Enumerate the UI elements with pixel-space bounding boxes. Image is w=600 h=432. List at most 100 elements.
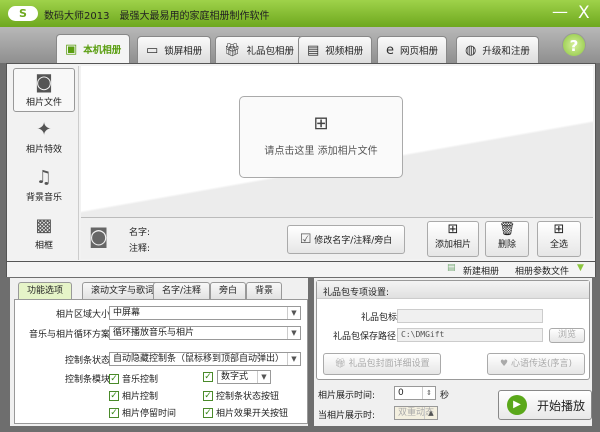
edit-name-note-button[interactable]: ☑ 修改名字/注释/旁白 [287,225,405,254]
add-photo-area[interactable]: ⊞ 请点击这里 添加相片文件 [239,96,403,178]
loop-select[interactable]: 循环播放音乐与相片 ▼ [109,326,301,340]
button-label: 礼品包封面详细设置 [348,359,430,369]
add-photo-button[interactable]: ⊞ 添加相片 [427,221,479,257]
gift-settings: 礼品包专项设置: 礼品包标题: 礼品包保存路径: C:\DMGift 浏览 🎁︎… [316,280,590,380]
tab-function-options[interactable]: 功能选项 [18,282,73,299]
dropdown-arrow-icon[interactable]: ▼ [577,263,584,273]
browse-button[interactable]: 浏览 [549,328,585,343]
music-note-icon: ♫ [35,167,53,188]
sidebar: ◙ 相片文件 ✦ 相片特效 ♫ 背景音乐 ▩ 相框 [11,66,79,260]
tab-local-album[interactable]: ▣ 本机相册 [56,34,131,63]
sidebar-label: 背景音乐 [25,193,62,203]
window-title: 数码大师2013 最强大最易用的家庭相册制作软件 [44,11,270,22]
select-value: 循环播放音乐与相片 [113,328,195,338]
button-label: 心语传送(序言) [510,359,572,369]
display-time-spinner[interactable]: 0 ⇕ [394,386,436,400]
message-button[interactable]: ♥ 心语传送(序言) [487,353,585,375]
display-time-label: 相片展示时间: [318,391,376,401]
effect-toggle-checkbox[interactable]: ✓ 相片效果开关按钮 [203,406,288,419]
tab-label: 锁屏相册 [164,46,203,57]
monitor-icon: ▭ [146,42,159,58]
close-button[interactable]: X [578,3,590,23]
gift-icon: 🎁︎ [334,359,346,369]
photo-info-strip: ◙ 名字: 注释: ☑ 修改名字/注释/旁白 ⊞ 添加相片 🗑︎ 删除 ⊞ 全选 [81,217,593,259]
tab-upgrade-register[interactable]: ◍ 升级和注册 [456,36,539,63]
tab-label: 网页相册 [400,46,439,57]
tab-label: 视频相册 [325,46,364,57]
tab-label: 本机相册 [83,45,122,56]
ie-icon: e [386,42,394,58]
sidebar-item-music[interactable]: ♫ 背景音乐 [13,164,75,208]
button-label: 修改名字/注释/旁白 [314,236,393,246]
bar-state-select[interactable]: 自动隐藏控制条（鼠标移到顶部自动弹出） ▼ [109,352,301,366]
checkbox-label: 相片控制 [122,392,159,402]
checkbox-label: 相片停留时间 [122,409,177,419]
sidebar-item-photo-files[interactable]: ◙ 相片文件 [13,68,75,112]
chevron-down-icon: ▼ [287,353,300,365]
new-album-button[interactable]: 新建相册 [463,264,499,277]
start-play-button[interactable]: ▶ 开始播放 [498,390,592,420]
name-label: 名字: [129,228,151,238]
album-params-button[interactable]: 相册参数文件 [515,264,569,277]
sidebar-item-frame[interactable]: ▩ 相框 [13,212,75,256]
area-size-label: 相片区域大小: [55,310,113,320]
delete-button[interactable]: 🗑︎ 删除 [485,221,529,257]
chevron-up-icon: ▲ [424,407,437,419]
checkmark-icon: ✓ [109,373,119,384]
when-display-select[interactable]: 双重动态 ▲ [394,406,438,420]
album-toolbar: ▤ 新建相册 相册参数文件 ▼ [6,262,596,277]
music-control-checkbox[interactable]: ✓ 音乐控制 [109,372,158,385]
chevron-down-icon: ▼ [257,371,270,383]
tab-scroll-text-lyrics[interactable]: 滚动文字与歌词 [82,282,164,299]
sidebar-label: 相片文件 [25,98,62,108]
checkbox-label: 控制条状态按钮 [216,392,280,402]
checkmark-icon: ✓ [203,390,213,401]
area-size-select[interactable]: 中屏幕 ▼ [109,306,301,320]
checkmark-icon: ✓ [203,372,213,382]
chevron-down-icon: ▼ [287,327,300,339]
checkmark-icon: ✓ [203,407,213,418]
camera-icon: ◙ [35,72,53,93]
globe-icon: ◍ [465,42,477,58]
app-logo: S [8,6,38,21]
edit-icon: ☑ [299,232,312,247]
checkmark-icon: ✓ [109,407,119,418]
film-icon: ▤ [307,42,320,58]
bar-module-label: 控制条模块: [64,375,113,385]
options-panel: 功能选项 滚动文字与歌词 名字/注释 旁白 背景 相片区域大小: 中屏幕 ▼ 音乐… [10,278,308,426]
trash-icon: 🗑︎ [498,222,516,237]
gift-cover-settings-button[interactable]: 🎁︎ 礼品包封面详细设置 [323,353,441,375]
digit-style-checkbox[interactable]: ✓ [203,372,213,382]
gift-path-input[interactable]: C:\DMGift [397,328,543,342]
button-label: 添加相片 [434,240,471,250]
spinner-value: 0 [398,388,404,398]
sidebar-label: 相框 [34,241,53,251]
gift-panel: 礼品包专项设置: 礼品包标题: 礼品包保存路径: C:\DMGift 浏览 🎁︎… [314,278,592,426]
minimize-button[interactable]: — [552,2,568,21]
tab-name-note[interactable]: 名字/注释 [153,282,211,299]
help-button[interactable]: ? [562,33,586,57]
select-all-button[interactable]: ⊞ 全选 [537,221,581,257]
gift-title-input[interactable] [397,309,543,323]
tab-lockscreen-album[interactable]: ▭ 锁屏相册 [137,36,212,63]
tab-gift-album[interactable]: 🎁︎ 礼品包相册 [215,36,304,63]
picture-frame-icon: ▩ [35,215,53,236]
title-bar: S 数码大师2013 最强大最易用的家庭相册制作软件 — X [0,0,600,27]
grid-icon: ⊞ [553,222,565,237]
tab-label: 升级和注册 [482,46,530,57]
gift-settings-header: 礼品包专项设置: [317,281,589,299]
when-display-label: 当相片展示时: [318,411,376,421]
tab-video-album[interactable]: ▤ 视频相册 [298,36,373,63]
photo-duration-checkbox[interactable]: ✓ 相片停留时间 [109,406,176,419]
tab-web-album[interactable]: e 网页相册 [377,36,448,63]
button-label: 全选 [549,240,568,250]
tab-narration[interactable]: 旁白 [210,282,247,299]
digit-style-select[interactable]: 数字式 ▼ [217,370,271,384]
gift-path-label: 礼品包保存路径: [332,332,399,342]
sidebar-item-effects[interactable]: ✦ 相片特效 [13,116,75,160]
checkbox-label: 相片效果开关按钮 [216,409,289,419]
bar-state-button-checkbox[interactable]: ✓ 控制条状态按钮 [203,389,279,402]
main-tab-bar: ▣ 本机相册 ▭ 锁屏相册 🎁︎ 礼品包相册 ▤ 视频相册 e 网页相册 ◍ 升级和注册 [0,27,600,63]
photo-control-checkbox[interactable]: ✓ 相片控制 [109,389,158,402]
tab-background[interactable]: 背景 [246,282,283,299]
